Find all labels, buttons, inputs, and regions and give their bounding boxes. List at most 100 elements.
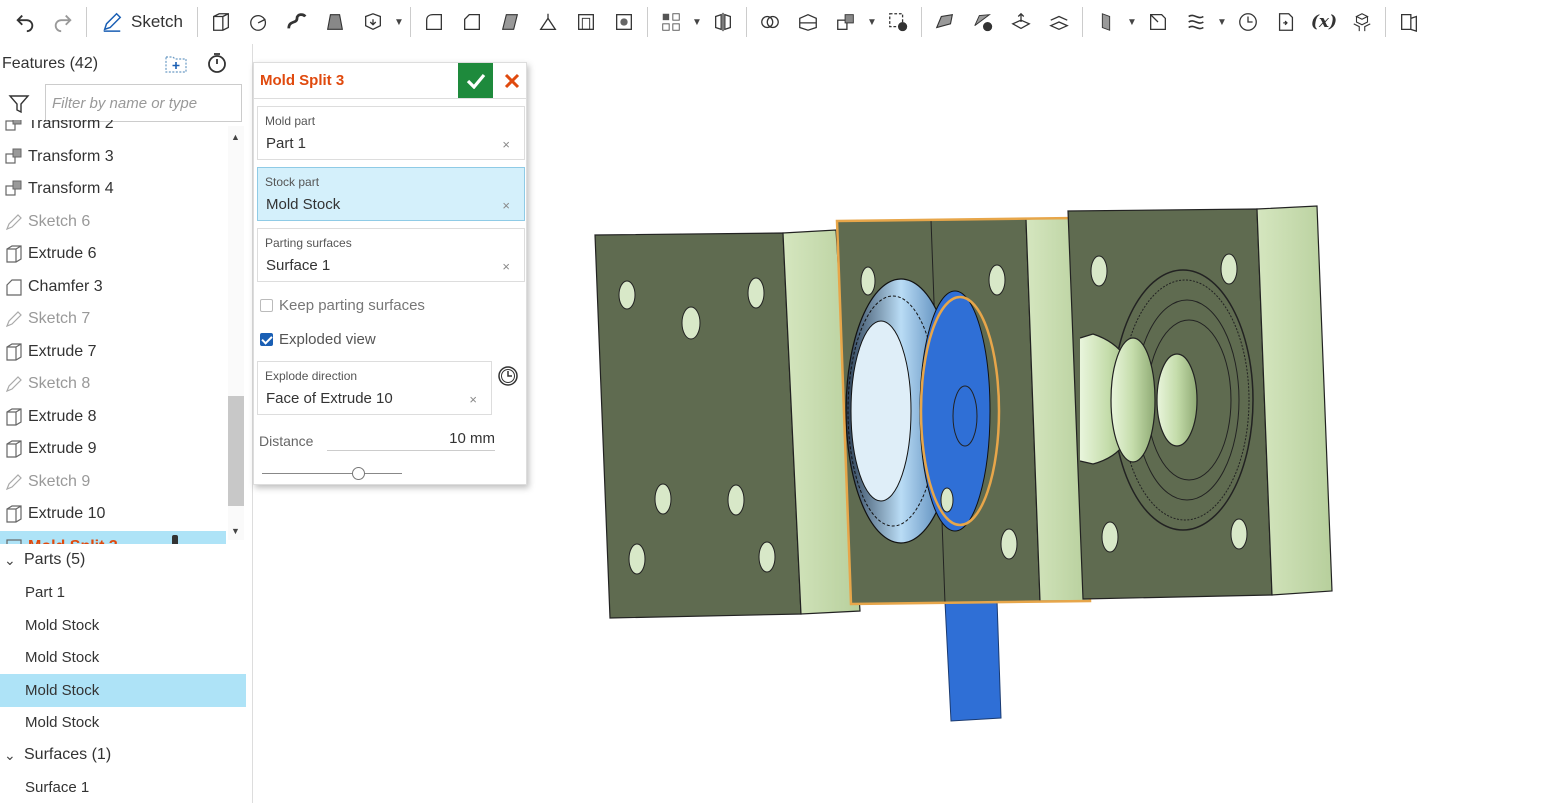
delete-part-icon[interactable] [879, 4, 917, 40]
chevron-down-icon[interactable]: ▼ [1215, 4, 1229, 40]
scrollbar-thumb[interactable] [228, 396, 244, 506]
right-mold-block[interactable] [1067, 205, 1333, 600]
chevron-down-icon[interactable]: ▼ [1125, 4, 1139, 40]
clear-icon[interactable]: × [502, 198, 510, 213]
left-mold-block[interactable] [594, 229, 861, 619]
chevron-down-icon[interactable]: ⌄ [4, 747, 24, 764]
scroll-up-arrow-icon[interactable]: ▲ [231, 132, 240, 142]
keep-parting-surfaces-checkbox[interactable] [260, 299, 273, 312]
cancel-button[interactable] [498, 63, 526, 98]
accept-button[interactable] [458, 63, 493, 98]
replace-face-icon[interactable] [1040, 4, 1078, 40]
shell-icon[interactable] [567, 4, 605, 40]
rollback-bar-icon[interactable] [172, 534, 178, 544]
feature-item[interactable]: Transform 2 [0, 120, 226, 140]
part-item[interactable]: Mold Stock [0, 707, 246, 740]
delete-face-icon[interactable] [964, 4, 1002, 40]
split-icon[interactable] [789, 4, 827, 40]
feature-item-label: Sketch 6 [28, 212, 91, 230]
draft-icon[interactable] [491, 4, 529, 40]
undo-icon[interactable] [6, 4, 44, 40]
part-item-label: Mold Stock [25, 616, 100, 634]
feature-item[interactable]: Sketch 6 [0, 206, 226, 238]
scroll-down-arrow-icon[interactable]: ▼ [231, 526, 240, 536]
clear-icon[interactable]: × [502, 259, 510, 274]
part-item-selected[interactable]: Mold Stock [0, 674, 246, 707]
hole-icon[interactable] [605, 4, 643, 40]
derived-icon[interactable] [1267, 4, 1305, 40]
chevron-down-icon[interactable]: ▼ [865, 4, 879, 40]
feature-list-scrollbar[interactable]: ▲ ▼ [228, 126, 244, 540]
thicken-icon[interactable] [354, 4, 392, 40]
toolbar: Sketch ▼ ▼ ▼ ▼ ▼ (x) [0, 0, 1560, 44]
measure-icon[interactable] [1229, 4, 1267, 40]
modify-fillet-icon[interactable] [926, 4, 964, 40]
feature-item[interactable]: Extrude 8 [0, 401, 226, 433]
middle-mold-block[interactable] [835, 216, 1092, 606]
more-tools-icon[interactable] [1390, 4, 1428, 40]
distance-slider[interactable] [262, 467, 402, 480]
feature-panel: Features (42) Transform 2Transform 3Tran… [0, 44, 253, 803]
rib-icon[interactable] [529, 4, 567, 40]
toolbar-divider [1081, 7, 1083, 37]
mold-part-field[interactable]: Mold part Part 1 × [257, 106, 525, 160]
helix-icon[interactable] [1177, 4, 1215, 40]
sketch-button[interactable]: Sketch [91, 4, 193, 40]
parts-tree: ⌄ Parts (5) Part 1 Mold Stock Mold Stock… [0, 544, 246, 804]
clear-icon[interactable]: × [502, 137, 510, 152]
mirror-icon[interactable] [704, 4, 742, 40]
plane-icon[interactable] [1087, 4, 1125, 40]
feature-item[interactable]: Sketch 7 [0, 303, 226, 335]
exploded-view-row[interactable]: Exploded view [260, 331, 376, 348]
explode-direction-value: Face of Extrude 10 [266, 390, 393, 407]
part-item[interactable]: Mold Stock [0, 609, 246, 642]
surfaces-group[interactable]: ⌄ Surfaces (1) [0, 739, 246, 772]
transform-icon [0, 120, 28, 134]
extrude-icon[interactable] [202, 4, 240, 40]
feature-item[interactable]: Transform 4 [0, 173, 226, 205]
explode-direction-field[interactable]: Explode direction Face of Extrude 10 × [257, 361, 492, 415]
move-face-icon[interactable] [1002, 4, 1040, 40]
keep-parting-surfaces-label: Keep parting surfaces [279, 297, 425, 314]
loft-icon[interactable] [316, 4, 354, 40]
keep-parting-surfaces-row[interactable]: Keep parting surfaces [260, 297, 425, 314]
add-folder-icon[interactable] [164, 52, 188, 74]
feature-item-active[interactable]: Mold Split 3 [0, 530, 226, 544]
feature-item[interactable]: Chamfer 3 [0, 271, 226, 303]
parts-group[interactable]: ⌄ Parts (5) [0, 544, 246, 577]
transform-icon[interactable] [827, 4, 865, 40]
chevron-down-icon[interactable]: ▼ [392, 4, 406, 40]
feature-item[interactable]: Extrude 7 [0, 336, 226, 368]
part-item[interactable]: Mold Stock [0, 642, 246, 675]
chevron-down-icon[interactable]: ⌄ [4, 552, 24, 569]
feature-item[interactable]: Extrude 6 [0, 238, 226, 270]
variable-icon[interactable]: (x) [1305, 4, 1343, 40]
pattern-icon[interactable] [652, 4, 690, 40]
rollback-timer-icon[interactable] [206, 52, 228, 74]
feature-item[interactable]: Transform 3 [0, 141, 226, 173]
slider-handle[interactable] [352, 467, 365, 480]
fillet-icon[interactable] [415, 4, 453, 40]
feature-item[interactable]: Sketch 8 [0, 368, 226, 400]
exploded-view-checkbox[interactable] [260, 333, 273, 346]
chamfer-icon[interactable] [453, 4, 491, 40]
feature-filter-input[interactable] [45, 84, 242, 122]
boolean-icon[interactable] [751, 4, 789, 40]
stock-part-field[interactable]: Stock part Mold Stock × [257, 167, 525, 221]
mate-connector-icon[interactable] [1139, 4, 1177, 40]
parting-surfaces-field[interactable]: Parting surfaces Surface 1 × [257, 228, 525, 282]
filter-funnel-icon[interactable] [8, 94, 30, 114]
feature-item[interactable]: Extrude 9 [0, 433, 226, 465]
chevron-down-icon[interactable]: ▼ [690, 4, 704, 40]
distance-input[interactable]: 10 mm [327, 430, 495, 451]
revolve-icon[interactable] [240, 4, 278, 40]
surface-item[interactable]: Surface 1 [0, 772, 246, 805]
redo-icon[interactable] [44, 4, 82, 40]
configurator-icon[interactable] [1343, 4, 1381, 40]
clear-icon[interactable]: × [469, 392, 477, 407]
feature-item[interactable]: Extrude 10 [0, 498, 226, 530]
part-item[interactable]: Part 1 [0, 577, 246, 610]
feature-item[interactable]: Sketch 9 [0, 466, 226, 498]
opposite-direction-icon[interactable] [497, 365, 519, 387]
sweep-icon[interactable] [278, 4, 316, 40]
